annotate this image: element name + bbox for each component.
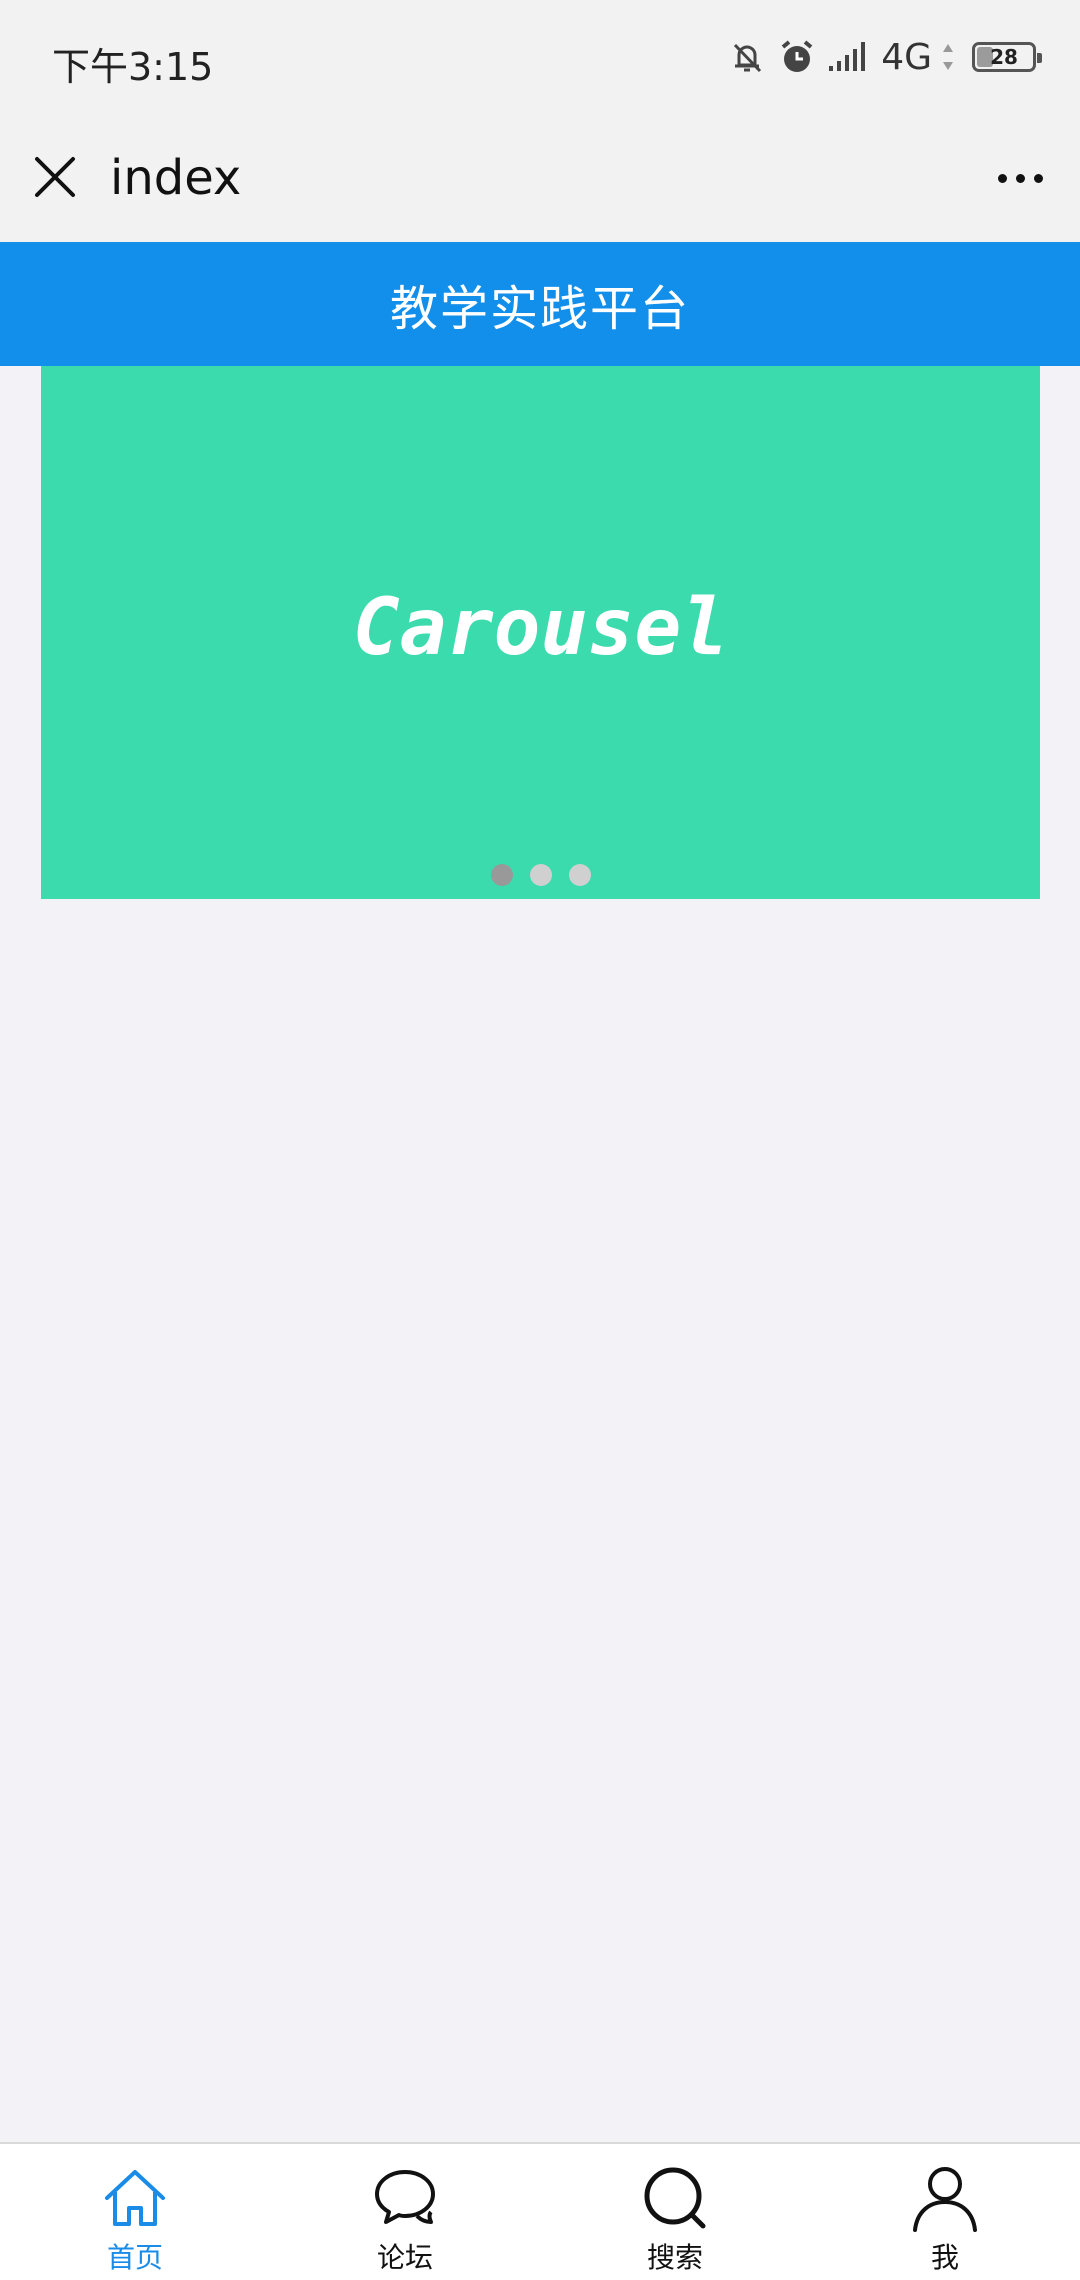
carousel-dot[interactable] bbox=[490, 864, 513, 886]
tab-search[interactable]: 搜索 bbox=[540, 2144, 810, 2280]
tab-label: 论坛 bbox=[376, 2241, 433, 2274]
chat-icon bbox=[375, 2170, 435, 2224]
tab-home[interactable]: 首页 bbox=[0, 2144, 270, 2280]
search-icon bbox=[644, 2167, 706, 2229]
bell-mute-icon bbox=[734, 43, 762, 73]
data-arrows-icon bbox=[943, 44, 953, 70]
tab-bar: 首页 论坛 搜索 我 bbox=[0, 2142, 1080, 2280]
network-label: 4G bbox=[881, 36, 932, 78]
tab-forum[interactable]: 论坛 bbox=[270, 2144, 540, 2280]
tab-label: 我 bbox=[930, 2241, 959, 2274]
battery-icon: 28 bbox=[972, 42, 1042, 72]
nav-title: index bbox=[110, 150, 242, 206]
status-time: 下午3:15 bbox=[52, 45, 214, 89]
tab-label: 首页 bbox=[106, 2241, 163, 2274]
carousel[interactable]: Carousel bbox=[41, 366, 1040, 899]
battery-text: 28 bbox=[990, 45, 1018, 69]
alarm-icon bbox=[781, 40, 813, 72]
carousel-indicator bbox=[41, 864, 1040, 886]
home-icon bbox=[105, 2170, 165, 2226]
user-icon bbox=[913, 2167, 977, 2232]
carousel-label: Carousel bbox=[352, 582, 729, 673]
status-icons: 4G 28 bbox=[727, 32, 1042, 82]
signal-icon bbox=[829, 42, 866, 71]
app-header: 教学实践平台 bbox=[0, 242, 1080, 366]
status-bar: 下午3:15 4G 28 bbox=[0, 0, 1080, 120]
tab-label: 搜索 bbox=[646, 2241, 703, 2274]
tab-me[interactable]: 我 bbox=[810, 2144, 1080, 2280]
nav-bar: index bbox=[0, 120, 1080, 242]
more-icon[interactable] bbox=[990, 156, 1050, 200]
carousel-dot[interactable] bbox=[568, 864, 591, 886]
page-title: 教学实践平台 bbox=[389, 281, 690, 337]
carousel-dot[interactable] bbox=[529, 864, 552, 886]
close-icon[interactable] bbox=[28, 150, 82, 204]
